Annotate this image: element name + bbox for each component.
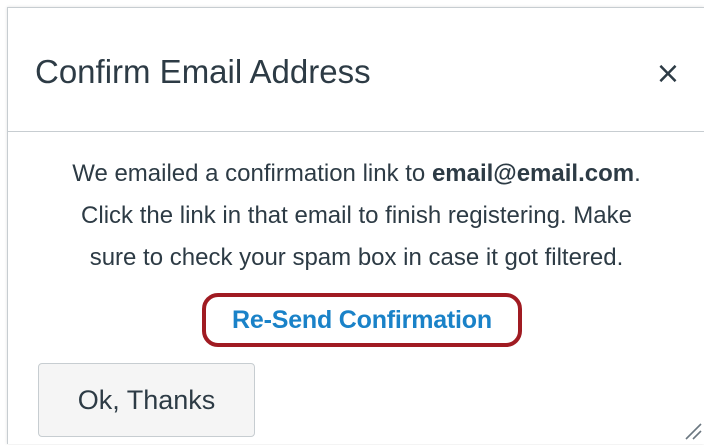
message-line-3: sure to check your spam box in case it g… [89,244,624,271]
dialog-title: Confirm Email Address [35,53,371,90]
message-line-1: We emailed a confirmation link to email@… [8,153,704,195]
close-icon: × [655,56,681,91]
dialog-header: Confirm Email Address × [8,8,704,132]
resend-highlight: Re-Send Confirmation [202,293,522,347]
dialog-body: We emailed a confirmation link to email@… [8,132,704,445]
message-line-1-prefix: We emailed a confirmation link to [72,160,432,187]
resize-handle-icon[interactable] [682,420,702,440]
ok-thanks-button[interactable]: Ok, Thanks [38,363,255,437]
confirm-email-dialog: Confirm Email Address × We emailed a con… [7,7,704,444]
email-address: email@email.com [431,160,635,187]
message-line-2: Click the link in that email to finish r… [81,202,632,229]
confirmation-message: We emailed a confirmation link to email@… [8,153,704,279]
message-line-1-suffix: . [634,160,641,187]
close-button[interactable]: × [648,54,688,94]
resend-confirmation-link[interactable]: Re-Send Confirmation [232,306,492,335]
